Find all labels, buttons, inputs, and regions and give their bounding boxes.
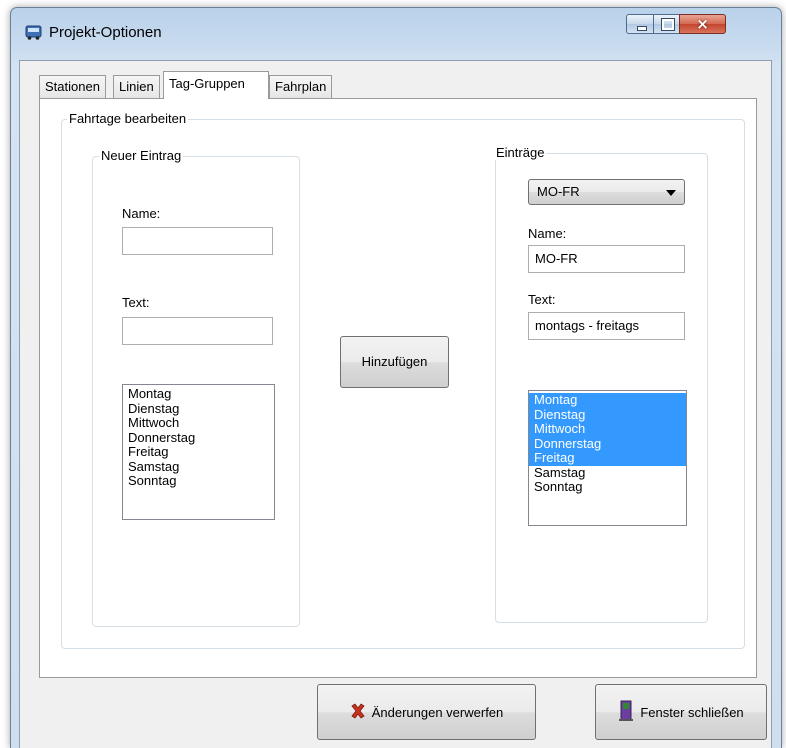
entry-name-field[interactable]: MO-FR (528, 245, 685, 273)
tab-linien[interactable]: Linien (113, 75, 160, 98)
entries-dropdown-value: MO-FR (537, 184, 580, 199)
new-name-field[interactable] (122, 227, 273, 255)
maximize-icon (654, 15, 679, 33)
list-item[interactable]: Sonntag (529, 479, 686, 495)
minimize-button[interactable] (626, 14, 654, 34)
entry-days-listbox[interactable]: Montag Dienstag Mittwoch Donnerstag Frei… (528, 390, 687, 526)
list-item[interactable]: Sonntag (123, 473, 274, 489)
fahrtage-group: Fahrtage bearbeiten Neuer Eintrag Name: … (61, 111, 745, 649)
new-text-field[interactable] (122, 317, 273, 345)
list-item-selected[interactable]: Mittwoch (529, 421, 686, 437)
new-name-label: Name: (122, 206, 161, 221)
close-window-button[interactable]: × (679, 14, 726, 34)
discard-changes-label: Änderungen verwerfen (371, 704, 504, 720)
entries-dropdown[interactable]: MO-FR (528, 179, 685, 205)
list-item-selected[interactable]: Freitag (529, 450, 686, 466)
entries-title: Einträge (494, 145, 547, 160)
tab-page-tag-gruppen: Fahrtage bearbeiten Neuer Eintrag Name: … (39, 98, 757, 678)
close-icon: × (696, 15, 709, 33)
discard-changes-button[interactable]: Änderungen verwerfen (317, 684, 536, 740)
chevron-down-icon (666, 190, 676, 196)
list-item[interactable]: Dienstag (123, 401, 274, 417)
list-item-selected[interactable]: Montag (529, 392, 686, 408)
list-item[interactable]: Mittwoch (123, 415, 274, 431)
tab-stationen[interactable]: Stationen (39, 75, 106, 98)
tab-tag-gruppen[interactable]: Tag-Gruppen (163, 71, 269, 99)
list-item-selected[interactable]: Donnerstag (529, 436, 686, 451)
entries-group: Einträge MO-FR Name: MO-FR Text: montags… (494, 145, 708, 623)
window-title: Projekt-Optionen (49, 24, 162, 41)
list-item[interactable]: Samstag (123, 459, 274, 475)
entry-text-label: Text: (528, 292, 556, 307)
list-item[interactable]: Samstag (529, 465, 686, 481)
list-item[interactable]: Montag (123, 386, 274, 402)
title-bar[interactable]: Projekt-Optionen × (11, 8, 781, 54)
list-item-selected[interactable]: Dienstag (529, 407, 686, 422)
tab-fahrplan[interactable]: Fahrplan (269, 75, 333, 98)
bus-icon (25, 25, 42, 41)
maximize-button[interactable] (653, 14, 680, 34)
app-window: Projekt-Optionen × Stationen Linien Tag-… (10, 7, 782, 748)
list-item[interactable]: Freitag (123, 444, 274, 460)
door-exit-icon (618, 700, 634, 725)
fahrtage-group-title: Fahrtage bearbeiten (67, 111, 189, 126)
add-button[interactable]: Hinzufügen (340, 336, 449, 388)
entry-text-field[interactable]: montags - freitags (528, 312, 685, 340)
minimize-icon (627, 15, 653, 33)
entry-name-label: Name: (528, 226, 567, 241)
close-window-label: Fenster schließen (640, 704, 744, 720)
list-item[interactable]: Donnerstag (123, 430, 274, 446)
new-entry-group: Neuer Eintrag Name: Text: Montag Diensta… (92, 148, 300, 627)
close-window-footer-button[interactable]: Fenster schließen (595, 684, 767, 740)
client-area: Stationen Linien Tag-Gruppen Fahrplan Fa… (19, 60, 772, 748)
red-x-icon (350, 702, 366, 722)
new-entry-title: Neuer Eintrag (99, 148, 184, 163)
new-text-label: Text: (122, 295, 150, 310)
new-days-listbox[interactable]: Montag Dienstag Mittwoch Donnerstag Frei… (122, 384, 275, 520)
